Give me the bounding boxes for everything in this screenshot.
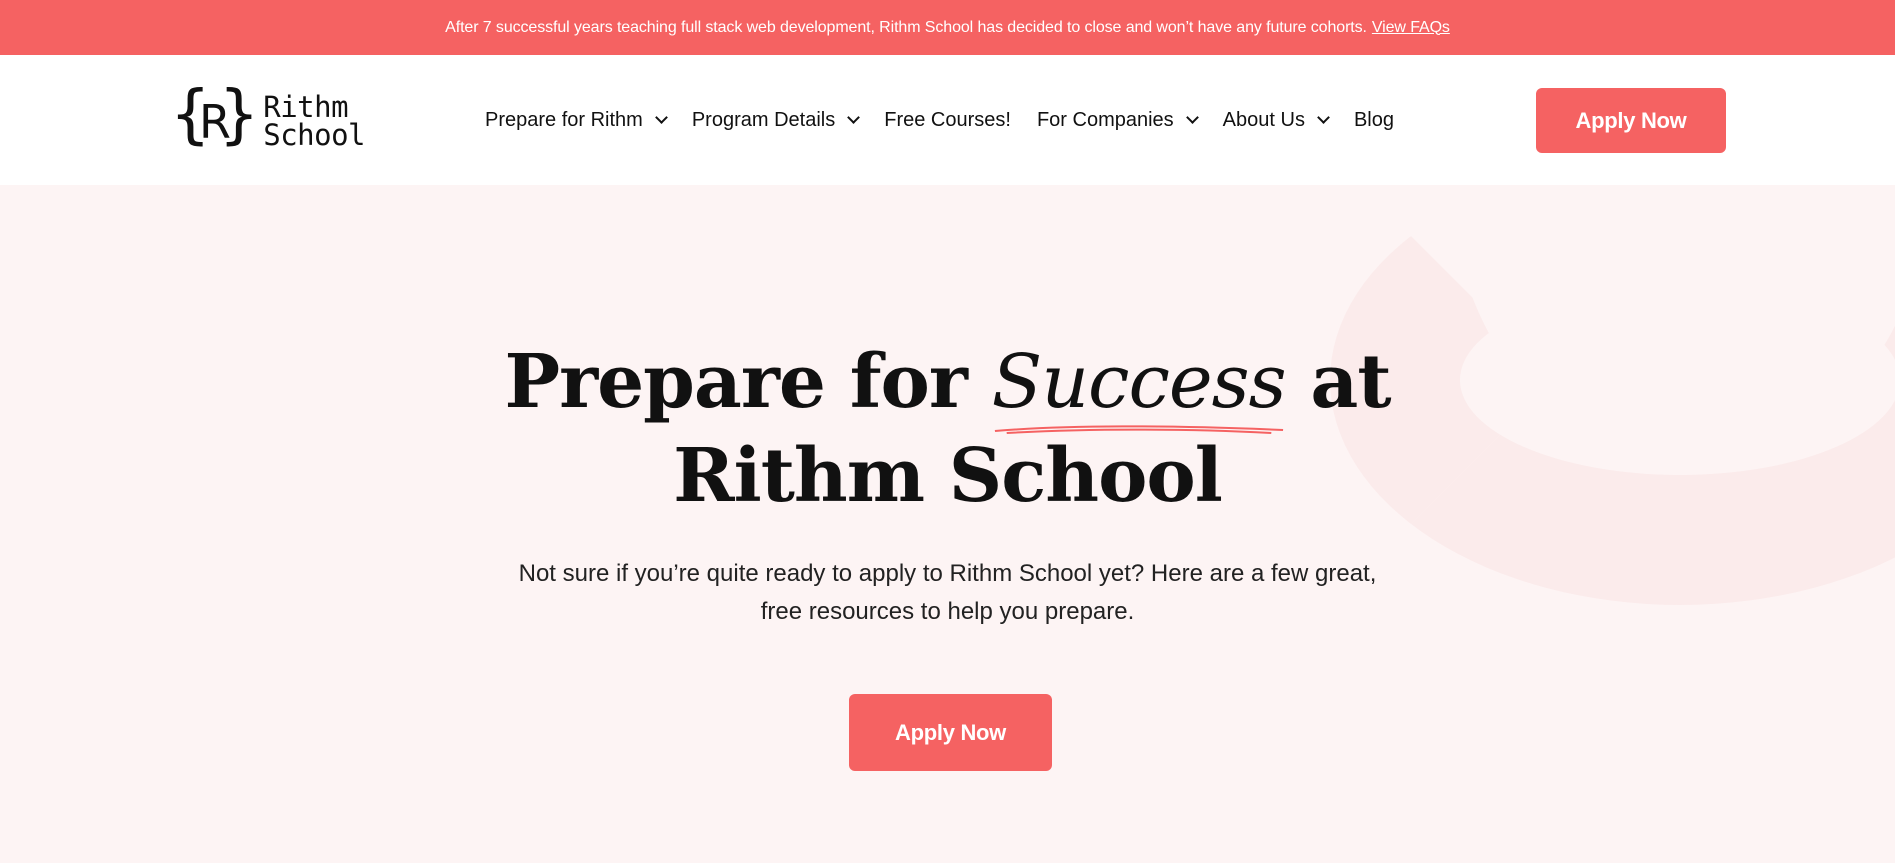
- logo-wordmark: Rithm School: [263, 90, 365, 152]
- nav-item-prepare-for-rithm[interactable]: Prepare for Rithm: [485, 108, 668, 132]
- logo-line-2: School: [263, 118, 365, 152]
- nav-item-label: About Us: [1222, 108, 1305, 131]
- nav-item-about-us[interactable]: About Us: [1222, 108, 1330, 132]
- hero-title-part-1: Prepare for: [504, 339, 992, 425]
- hero-title: Prepare for Success at Rithm School: [0, 335, 1895, 523]
- hero-title-emphasis-text: Success: [991, 339, 1287, 425]
- hero-section: Prepare for Success at Rithm School Not …: [0, 185, 1895, 863]
- nav-item-for-companies[interactable]: For Companies: [1036, 108, 1199, 132]
- site-header: { R } Rithm School Prepare for Rithm Pro…: [0, 55, 1895, 185]
- nav-item-blog[interactable]: Blog: [1354, 109, 1394, 132]
- right-brace-icon: }: [219, 78, 259, 152]
- chevron-down-icon: [1317, 110, 1330, 124]
- view-faqs-link[interactable]: View FAQs: [1372, 19, 1450, 37]
- nav-item-label: Program Details: [691, 108, 836, 131]
- hero-title-part-2: at: [1285, 339, 1391, 425]
- logo-line-1: Rithm: [263, 90, 349, 124]
- logo[interactable]: { R } Rithm School: [171, 79, 365, 157]
- chevron-down-icon: [1185, 110, 1199, 124]
- underline-squiggle-icon: [994, 425, 1283, 434]
- main-nav: Prepare for Rithm Program Details Free C…: [485, 55, 1420, 185]
- chevron-down-icon: [847, 110, 861, 124]
- nav-item-label: Blog: [1353, 108, 1394, 131]
- hero-title-line-2: Rithm School: [673, 433, 1223, 519]
- header-apply-now-button[interactable]: Apply Now: [1536, 88, 1726, 153]
- hero-subtitle: Not sure if you’re quite ready to apply …: [518, 560, 1377, 625]
- announcement-banner: After 7 successful years teaching full s…: [0, 0, 1895, 55]
- nav-item-free-courses[interactable]: Free Courses!: [884, 109, 1011, 132]
- chevron-down-icon: [654, 110, 668, 124]
- hero-apply-now-button[interactable]: Apply Now: [849, 694, 1052, 771]
- nav-item-label: Free Courses!: [884, 108, 1011, 131]
- hero-title-emphasis: Success: [991, 339, 1287, 434]
- nav-item-label: For Companies: [1036, 108, 1174, 131]
- nav-item-program-details[interactable]: Program Details: [691, 108, 861, 132]
- nav-item-label: Prepare for Rithm: [485, 108, 643, 131]
- logo-icon: { R }: [171, 79, 258, 157]
- banner-text: After 7 successful years teaching full s…: [445, 18, 1367, 36]
